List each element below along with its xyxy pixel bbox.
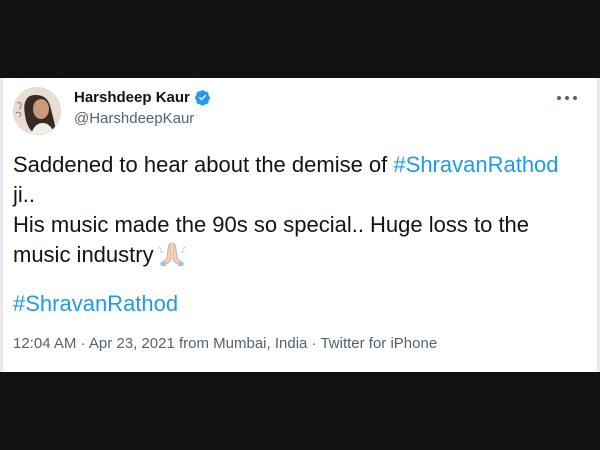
tweet-line-4: music industry xyxy=(13,240,583,270)
author-name[interactable]: Harshdeep Kaur xyxy=(74,89,211,106)
footer-hashtag-line: #ShravanRathod xyxy=(13,289,178,319)
separator: · xyxy=(76,335,89,352)
tweet-card: Harshdeep Kaur @HarshdeepKaur Saddened t… xyxy=(0,78,600,372)
screenshot-frame: Harshdeep Kaur @HarshdeepKaur Saddened t… xyxy=(0,0,600,450)
avatar-image xyxy=(13,87,61,135)
tweet-metadata: 12:04 AM · Apr 23, 2021 from Mumbai, Ind… xyxy=(13,335,437,352)
avatar[interactable] xyxy=(13,87,61,135)
tweet-text: Saddened to hear about the demise of #Sh… xyxy=(13,150,583,270)
tweet-source[interactable]: Twitter for iPhone xyxy=(320,335,437,352)
tweet-date[interactable]: Apr 23, 2021 xyxy=(89,335,175,352)
dot xyxy=(573,96,577,100)
location-prefix: from xyxy=(174,335,214,352)
tweet-line-2: ji.. xyxy=(13,182,35,207)
tweet-text-segment: Saddened to hear about the demise of xyxy=(13,152,394,177)
separator: · xyxy=(307,335,321,352)
dot xyxy=(565,96,569,100)
tweet-line-3: His music made the 90s so special.. Huge… xyxy=(13,212,530,237)
verified-badge-icon xyxy=(194,90,210,106)
tweet-location[interactable]: Mumbai, India xyxy=(213,335,307,352)
tweet-line-1: Saddened to hear about the demise of #Sh… xyxy=(13,150,583,180)
more-options-icon[interactable] xyxy=(557,91,577,105)
author-name-text[interactable]: Harshdeep Kaur xyxy=(74,89,190,106)
tweet-time[interactable]: 12:04 AM xyxy=(13,335,76,352)
dot xyxy=(557,96,561,100)
author-handle[interactable]: @HarshdeepKaur xyxy=(74,110,194,127)
hashtag-link[interactable]: #ShravanRathod xyxy=(13,291,178,316)
folded-hands-icon xyxy=(158,242,185,266)
hashtag-link[interactable]: #ShravanRathod xyxy=(393,152,558,177)
tweet-text-segment: music industry xyxy=(13,242,154,267)
